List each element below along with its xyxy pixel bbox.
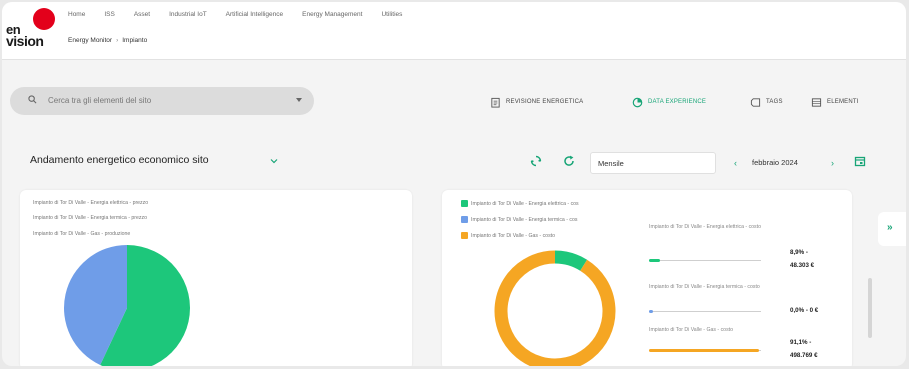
- revisione-energetica-button[interactable]: REVISIONE ENERGETICA: [490, 95, 583, 109]
- refresh-icon[interactable]: [563, 155, 575, 167]
- kpi-pct-energia-elettrica: 8,9% -: [790, 249, 808, 256]
- kpi-pct-energia-termica: 0,0% - 0 €: [790, 307, 819, 314]
- main-nav: Home ISS Asset Industrial IoT Artificial…: [68, 11, 421, 18]
- legend-item-gas-costo[interactable]: Impianto di Tor Di Valle - Gas - costo: [471, 233, 555, 239]
- revisione-energetica-label: REVISIONE ENERGETICA: [506, 99, 584, 105]
- kpi-amount-energia-elettrica: 48.303 €: [790, 262, 815, 269]
- scrollbar[interactable]: [868, 278, 872, 338]
- breadcrumb-separator-icon: ›: [116, 37, 119, 44]
- app-window: en vision Home ISS Asset Industrial IoT …: [2, 2, 906, 366]
- legend-swatch-energia-termica: [461, 216, 468, 223]
- pie-chart-card: Impianto di Tor Di Valle - Energia elett…: [20, 190, 412, 366]
- kpi-bar-gas: [649, 349, 759, 352]
- envision-logo[interactable]: en vision: [6, 8, 58, 49]
- legend-item-energia-elettrica-costo[interactable]: Impianto di Tor Di Valle - Energia elett…: [471, 201, 579, 207]
- next-month-icon[interactable]: ›: [831, 158, 834, 168]
- nav-item-artificial-intelligence[interactable]: Artificial Intelligence: [226, 11, 283, 18]
- kpi-bar-energia-termica: [649, 310, 653, 313]
- nav-item-asset[interactable]: Asset: [134, 11, 150, 18]
- period-select-value: Mensile: [598, 159, 624, 168]
- legend-item-energia-termica-costo[interactable]: Impianto di Tor Di Valle - Energia termi…: [471, 217, 577, 223]
- legend-item-gas[interactable]: Impianto di Tor Di Valle - Gas - produzi…: [33, 231, 130, 237]
- donut-chart: [494, 250, 616, 366]
- tag-icon: [750, 97, 761, 107]
- double-chevron-right-icon: »: [887, 222, 893, 233]
- section-title[interactable]: Andamento energetico economico sito: [30, 154, 209, 166]
- side-panel-toggle[interactable]: »: [878, 212, 906, 246]
- kpi-bar-track: [649, 260, 761, 261]
- kpi-bar-track: [649, 311, 761, 312]
- nav-item-iss[interactable]: ISS: [104, 11, 114, 18]
- legend-swatch-gas: [461, 232, 468, 239]
- donut-segment-2[interactable]: [494, 250, 616, 366]
- donut-segment-0[interactable]: [554, 250, 588, 271]
- nav-item-home[interactable]: Home: [68, 11, 85, 18]
- nav-item-energy-management[interactable]: Energy Management: [302, 11, 362, 18]
- donut-chart-card: Impianto di Tor Di Valle - Energia elett…: [442, 190, 852, 366]
- breadcrumb-current: Impianto: [122, 37, 148, 44]
- kpi-desc-energia-termica: Impianto di Tor Di Valle - Energia termi…: [649, 284, 760, 290]
- tags-button[interactable]: TAGS: [750, 95, 783, 109]
- legend-item-energia-termica[interactable]: Impianto di Tor Di Valle - Energia termi…: [33, 215, 147, 221]
- data-experience-label: DATA EXPERIENCE: [648, 99, 707, 105]
- kpi-desc-gas: Impianto di Tor Di Valle - Gas - costo: [649, 327, 733, 333]
- legend-item-energia-elettrica[interactable]: Impianto di Tor Di Valle - Energia elett…: [33, 200, 148, 206]
- search-placeholder[interactable]: Cerca tra gli elementi del sito: [48, 96, 151, 105]
- month-label[interactable]: febbraio 2024: [752, 158, 798, 167]
- chevron-down-icon[interactable]: [270, 157, 278, 165]
- elementi-button[interactable]: ELEMENTI: [811, 95, 859, 109]
- previous-month-icon[interactable]: ‹: [734, 158, 737, 168]
- nav-item-industrial-iot[interactable]: Industrial IoT: [169, 11, 207, 18]
- nav-item-utilities[interactable]: Utilities: [381, 11, 402, 18]
- site-search[interactable]: Cerca tra gli elementi del sito: [10, 87, 314, 115]
- logo-dot: [33, 8, 55, 30]
- kpi-bar-energia-elettrica: [649, 259, 660, 262]
- logo-text-line2: vision: [6, 33, 44, 49]
- pie-chart-icon: [632, 97, 643, 107]
- legend-swatch-energia-elettrica: [461, 200, 468, 207]
- search-icon: [28, 95, 37, 104]
- clipboard-icon: [491, 97, 500, 108]
- chevron-down-icon[interactable]: [296, 98, 302, 102]
- kpi-desc-energia-elettrica: Impianto di Tor Di Valle - Energia elett…: [649, 224, 761, 230]
- pie-chart: [64, 245, 190, 366]
- top-bar: en vision Home ISS Asset Industrial IoT …: [2, 2, 906, 60]
- breadcrumb: Energy Monitor › Impianto: [68, 37, 147, 44]
- period-select[interactable]: Mensile: [590, 152, 716, 174]
- data-experience-button[interactable]: DATA EXPERIENCE: [632, 95, 706, 109]
- tags-label: TAGS: [766, 99, 783, 105]
- elementi-label: ELEMENTI: [827, 99, 859, 105]
- calendar-icon[interactable]: [854, 155, 866, 167]
- sync-icon[interactable]: [530, 155, 542, 167]
- breadcrumb-parent[interactable]: Energy Monitor: [68, 37, 112, 44]
- kpi-pct-gas: 91,1% -: [790, 339, 812, 346]
- list-icon: [811, 97, 822, 107]
- kpi-amount-gas: 498.769 €: [790, 352, 818, 359]
